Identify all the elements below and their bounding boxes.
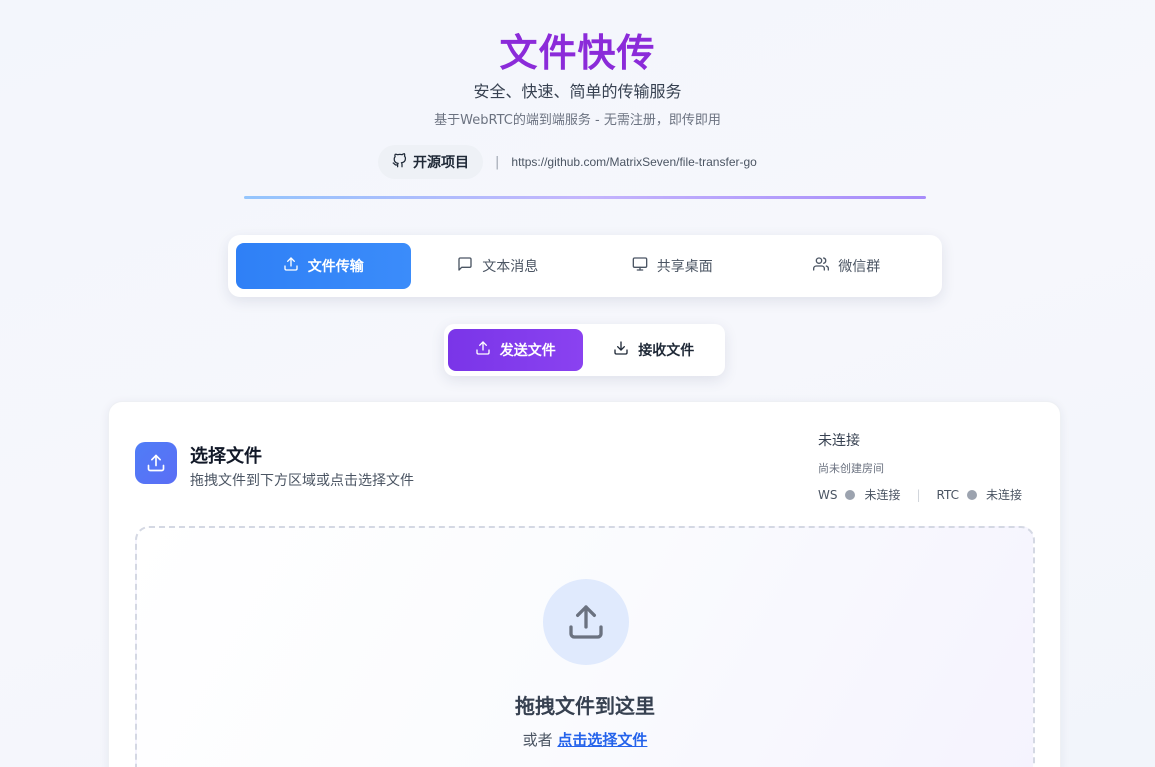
upload-icon bbox=[283, 256, 299, 276]
connection-title: 未连接 bbox=[818, 433, 860, 449]
tab-wechat-group[interactable]: 微信群 bbox=[760, 243, 935, 289]
open-source-button[interactable]: 开源项目 bbox=[378, 145, 483, 179]
select-file-link[interactable]: 点击选择文件 bbox=[557, 731, 647, 749]
sub-tab-label: 接收文件 bbox=[638, 343, 695, 359]
page: 文件快传 安全、快速、简单的传输服务 基于WebRTC的端到端服务 - 无需注册… bbox=[0, 0, 1155, 767]
main-tab-bar: 文件传输 文本消息 共享桌面 微信群 bbox=[228, 235, 942, 297]
users-icon bbox=[813, 256, 830, 276]
tab-text-message[interactable]: 文本消息 bbox=[411, 243, 586, 289]
card-description: 拖拽文件到下方区域或点击选择文件 bbox=[190, 473, 414, 489]
tab-label: 文本消息 bbox=[482, 259, 539, 275]
ws-status: 未连接 bbox=[864, 488, 901, 502]
tab-label: 微信群 bbox=[838, 259, 881, 275]
tab-share-desktop[interactable]: 共享桌面 bbox=[585, 243, 760, 289]
send-file-button[interactable]: 发送文件 bbox=[448, 329, 583, 371]
rtc-label: RTC bbox=[936, 487, 960, 502]
rtc-status: 未连接 bbox=[986, 488, 1023, 502]
ws-label: WS bbox=[818, 487, 838, 502]
room-status: 尚未创建房间 bbox=[818, 462, 884, 475]
card-title: 选择文件 bbox=[190, 446, 262, 467]
message-icon bbox=[457, 256, 473, 276]
open-source-label: 开源项目 bbox=[413, 155, 469, 171]
card-upload-icon bbox=[135, 442, 177, 484]
app-title: 文件快传 bbox=[499, 31, 656, 75]
file-select-card: 选择文件 拖拽文件到下方区域或点击选择文件 未连接 尚未创建房间 WS 未连接 … bbox=[108, 401, 1061, 767]
drop-upload-icon bbox=[543, 579, 629, 665]
drop-zone-subtext: 或者 点击选择文件 bbox=[137, 729, 1033, 750]
rtc-status-dot bbox=[967, 489, 978, 500]
connection-indicators: WS 未连接 | RTC 未连接 bbox=[818, 486, 1034, 503]
repo-row: 开源项目 | https://github.com/MatrixSeven/fi… bbox=[378, 145, 757, 179]
drop-or-text: 或者 bbox=[522, 731, 553, 749]
receive-file-button[interactable]: 接收文件 bbox=[587, 329, 722, 371]
tab-file-transfer[interactable]: 文件传输 bbox=[236, 243, 411, 289]
download-icon bbox=[613, 340, 629, 360]
upload-icon bbox=[475, 340, 491, 360]
tab-label: 共享桌面 bbox=[656, 259, 713, 275]
app-tagline: 基于WebRTC的端到端服务 - 无需注册，即传即用 bbox=[434, 113, 721, 128]
app-subtitle: 安全、快速、简单的传输服务 bbox=[473, 82, 682, 101]
monitor-icon bbox=[632, 256, 648, 276]
drop-zone-title: 拖拽文件到这里 bbox=[515, 694, 655, 718]
transfer-mode-tabs: 发送文件 接收文件 bbox=[444, 324, 725, 376]
repo-url-link[interactable]: https://github.com/MatrixSeven/file-tran… bbox=[511, 155, 756, 169]
github-icon bbox=[392, 152, 407, 172]
connection-status: 未连接 尚未创建房间 WS 未连接 | RTC 未连接 bbox=[818, 430, 1034, 503]
sub-tab-label: 发送文件 bbox=[499, 343, 556, 359]
header-divider bbox=[244, 196, 926, 199]
status-separator: | bbox=[916, 487, 921, 502]
file-drop-zone[interactable]: 拖拽文件到这里 或者 点击选择文件 bbox=[135, 526, 1035, 767]
repo-separator: | bbox=[495, 154, 500, 170]
ws-status-dot bbox=[845, 489, 856, 500]
tab-label: 文件传输 bbox=[307, 259, 364, 275]
